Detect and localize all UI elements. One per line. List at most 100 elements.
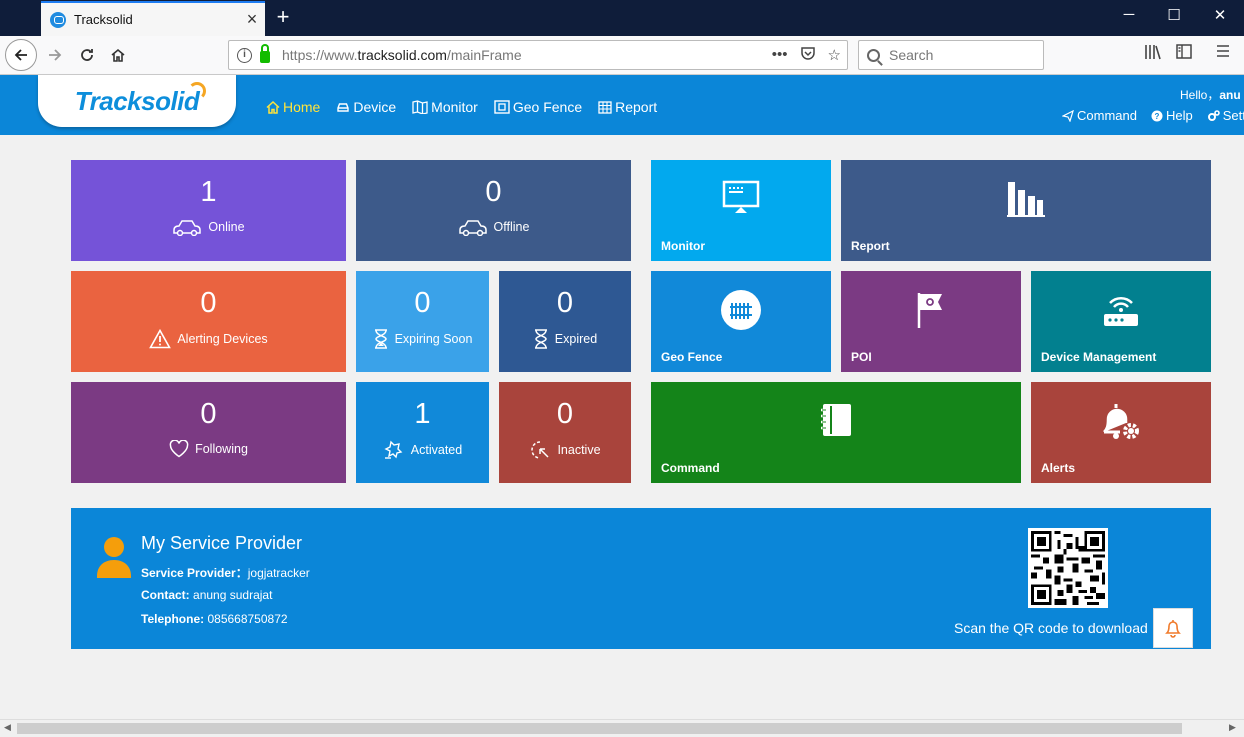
tile-expired[interactable]: 0 Expired	[499, 271, 631, 372]
menu-icon[interactable]	[1216, 44, 1230, 63]
expiring-count: 0	[414, 287, 431, 319]
car-icon	[458, 220, 487, 236]
pocket-icon[interactable]	[800, 46, 816, 65]
contact-row: Contact: anung sudrajat	[141, 588, 272, 602]
tile-monitor[interactable]: Monitor	[651, 160, 831, 261]
maximize-icon[interactable]: ☐	[1159, 6, 1189, 24]
info-icon[interactable]: i	[237, 47, 252, 63]
username[interactable]: anu	[1219, 88, 1240, 102]
tile-following[interactable]: 0 Following	[71, 382, 346, 483]
expiring-label: Expiring Soon	[394, 332, 473, 346]
download-qr-code	[1028, 528, 1108, 608]
notification-bell-button[interactable]	[1153, 608, 1193, 648]
search-input[interactable]: Search	[858, 40, 1044, 70]
bell-settings-icon	[1103, 404, 1139, 439]
close-tab-icon[interactable]: ×	[239, 9, 265, 30]
new-tab-icon[interactable]: +	[270, 4, 296, 30]
tile-inactive[interactable]: 0 Inactive	[499, 382, 631, 483]
help-link[interactable]: ? Help	[1151, 108, 1193, 123]
provider-label: Service Provider：	[141, 566, 248, 580]
inactive-cursor-icon	[531, 441, 549, 459]
following-count: 0	[200, 398, 217, 430]
nav-monitor-label: Monitor	[431, 99, 478, 115]
poi-label: POI	[851, 350, 872, 364]
scroll-right-arrow-icon[interactable]: ▶	[1229, 722, 1236, 733]
car-icon	[337, 103, 350, 112]
scrollbar-thumb[interactable]	[17, 723, 1182, 734]
tile-alerting-devices[interactable]: 0 Alerting Devices	[71, 271, 346, 372]
tile-report[interactable]: Report	[841, 160, 1211, 261]
online-label: Online	[208, 220, 245, 234]
tab-title: Tracksolid	[74, 12, 133, 27]
tile-offline[interactable]: 0 Offline	[356, 160, 631, 261]
svg-text:?: ?	[1155, 112, 1160, 121]
tile-alerts[interactable]: Alerts	[1031, 382, 1211, 483]
nav-geofence-label: Geo Fence	[512, 99, 583, 115]
settings-link[interactable]: Sett	[1207, 108, 1244, 123]
main-nav: Home Device Monitor Geo Fence Report	[266, 99, 657, 115]
telephone-row: Telephone: 085668750872	[141, 612, 288, 626]
home-button[interactable]	[103, 40, 133, 70]
bell-icon	[1165, 620, 1181, 638]
minimize-icon[interactable]: ─	[1114, 6, 1144, 23]
qr-caption: Scan the QR code to download	[954, 620, 1148, 636]
tracksolid-logo[interactable]: Tracksolid	[38, 75, 236, 127]
tile-geo-fence[interactable]: Geo Fence	[651, 271, 831, 372]
notebook-icon	[821, 404, 851, 436]
back-button[interactable]	[5, 39, 37, 71]
device-management-label: Device Management	[1041, 350, 1157, 364]
top-links: Command ? Help Sett	[1062, 108, 1244, 123]
following-label: Following	[195, 442, 248, 456]
alerts-label: Alerts	[1041, 461, 1076, 475]
flag-icon	[917, 293, 942, 328]
nav-geofence[interactable]: Geo Fence	[494, 99, 582, 115]
search-placeholder: Search	[889, 47, 934, 63]
table-icon	[598, 100, 612, 114]
forward-button[interactable]	[40, 40, 70, 70]
user-avatar-icon	[97, 537, 131, 578]
nav-device-label: Device	[353, 99, 397, 115]
inactive-label: Inactive	[557, 443, 601, 457]
command-link[interactable]: Command	[1062, 108, 1137, 123]
horizontal-scrollbar[interactable]: ◀ ▶	[0, 719, 1244, 737]
tile-activated[interactable]: 1 Activated	[356, 382, 489, 483]
tracksolid-favicon-icon	[50, 11, 66, 28]
nav-report[interactable]: Report	[598, 99, 657, 115]
heart-icon	[169, 440, 189, 458]
nav-monitor[interactable]: Monitor	[412, 99, 478, 115]
sidebar-icon[interactable]	[1176, 44, 1192, 64]
reload-icon	[81, 49, 93, 61]
library-icon[interactable]	[1144, 44, 1162, 65]
service-provider-panel: My Service Provider Service Provider：jog…	[71, 508, 1211, 649]
reload-button[interactable]	[72, 40, 102, 70]
help-icon: ?	[1151, 110, 1163, 121]
tile-device-management[interactable]: Device Management	[1031, 271, 1211, 372]
close-window-icon[interactable]: ✕	[1205, 6, 1235, 24]
home-icon	[111, 48, 125, 62]
provider-value: jogjatracker	[247, 566, 310, 580]
geofence-icon	[494, 100, 510, 114]
expired-label: Expired	[554, 332, 598, 346]
send-icon	[1062, 109, 1074, 122]
greeting-text: Hello，	[1180, 88, 1220, 102]
page-actions-icon[interactable]: •••	[772, 46, 788, 65]
offline-count: 0	[485, 176, 502, 208]
tile-expiring-soon[interactable]: 0 Expiring Soon	[356, 271, 489, 372]
router-icon	[1104, 296, 1138, 326]
contact-label: Contact:	[141, 588, 190, 602]
signal-arcs-icon	[188, 82, 206, 100]
bookmark-star-icon[interactable]: ☆	[828, 46, 841, 65]
logo-text: Tracksolid	[74, 85, 200, 116]
online-count: 1	[200, 176, 217, 208]
lock-icon[interactable]	[260, 44, 270, 63]
monitor-label: Monitor	[661, 239, 705, 253]
browser-tab[interactable]: Tracksolid ×	[41, 1, 265, 36]
tile-online[interactable]: 1 Online	[71, 160, 346, 261]
scroll-left-arrow-icon[interactable]: ◀	[4, 722, 11, 733]
url-text[interactable]: https://www.tracksolid.com/mainFrame	[282, 47, 772, 63]
tile-command[interactable]: Command	[651, 382, 1021, 483]
nav-home[interactable]: Home	[266, 99, 320, 115]
tile-poi[interactable]: POI	[841, 271, 1021, 372]
address-bar[interactable]: i https://www.tracksolid.com/mainFrame •…	[228, 40, 848, 70]
nav-device[interactable]: Device	[336, 99, 396, 115]
